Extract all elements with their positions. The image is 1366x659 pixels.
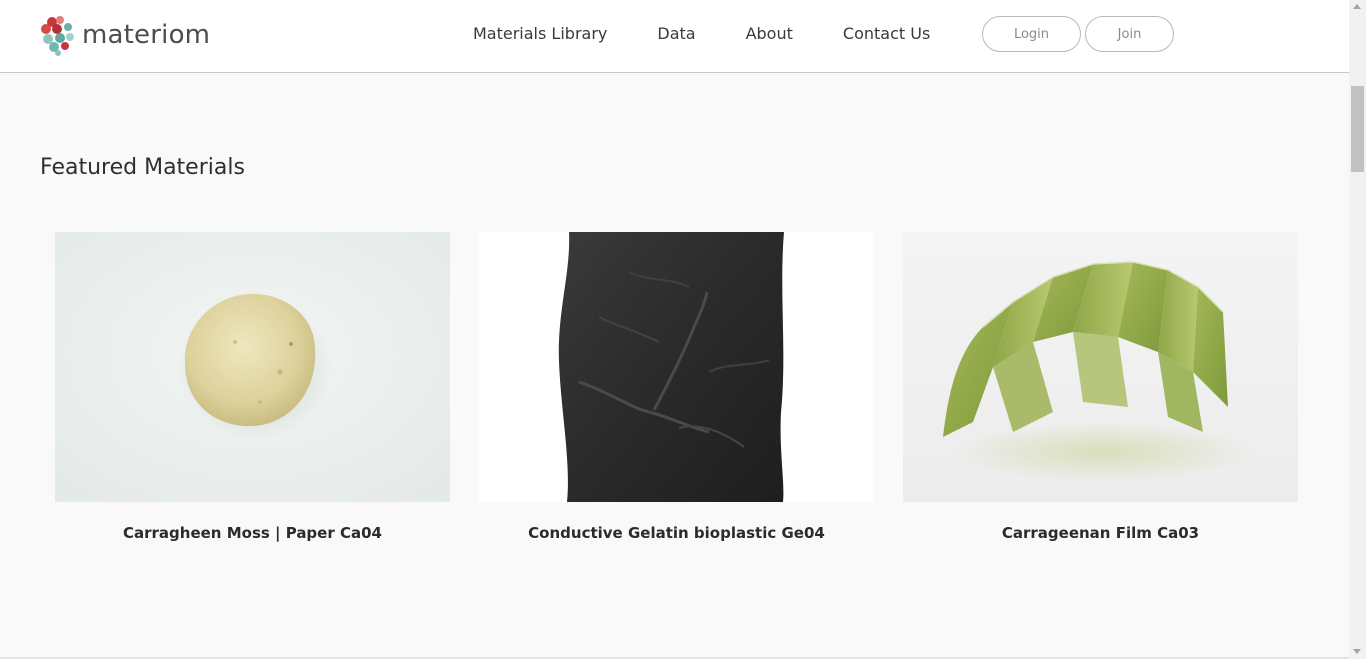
featured-materials-title: Featured Materials <box>40 155 245 180</box>
material-image-conductive-gelatin[interactable] <box>479 232 874 502</box>
main-nav: Materials Library Data About Contact Us <box>473 24 930 43</box>
material-card[interactable]: Conductive Gelatin bioplastic Ge04 <box>479 232 874 542</box>
materiom-logo-icon <box>41 16 74 56</box>
site-header: materiom Materials Library Data About Co… <box>0 0 1349 73</box>
material-card[interactable]: Carragheen Moss | Paper Ca04 <box>55 232 450 542</box>
material-card-title[interactable]: Carrageenan Film Ca03 <box>903 524 1298 542</box>
scroll-up-arrow-icon[interactable] <box>1353 4 1361 9</box>
join-button[interactable]: Join <box>1085 16 1174 52</box>
nav-about[interactable]: About <box>746 24 793 43</box>
material-image-carragheen-paper[interactable] <box>55 232 450 502</box>
nav-contact-us[interactable]: Contact Us <box>843 24 930 43</box>
scroll-down-arrow-icon[interactable] <box>1353 649 1361 654</box>
login-button[interactable]: Login <box>982 16 1081 52</box>
material-card-title[interactable]: Carragheen Moss | Paper Ca04 <box>55 524 450 542</box>
nav-materials-library[interactable]: Materials Library <box>473 24 607 43</box>
nav-data[interactable]: Data <box>657 24 695 43</box>
material-card[interactable]: Carrageenan Film Ca03 <box>903 232 1298 542</box>
brand-logo[interactable]: materiom <box>38 14 210 56</box>
material-image-carrageenan-film[interactable] <box>903 232 1298 502</box>
page-scrollbar[interactable] <box>1349 0 1366 659</box>
material-card-title[interactable]: Conductive Gelatin bioplastic Ge04 <box>479 524 874 542</box>
scroll-thumb[interactable] <box>1351 86 1364 172</box>
brand-name: materiom <box>82 20 211 50</box>
